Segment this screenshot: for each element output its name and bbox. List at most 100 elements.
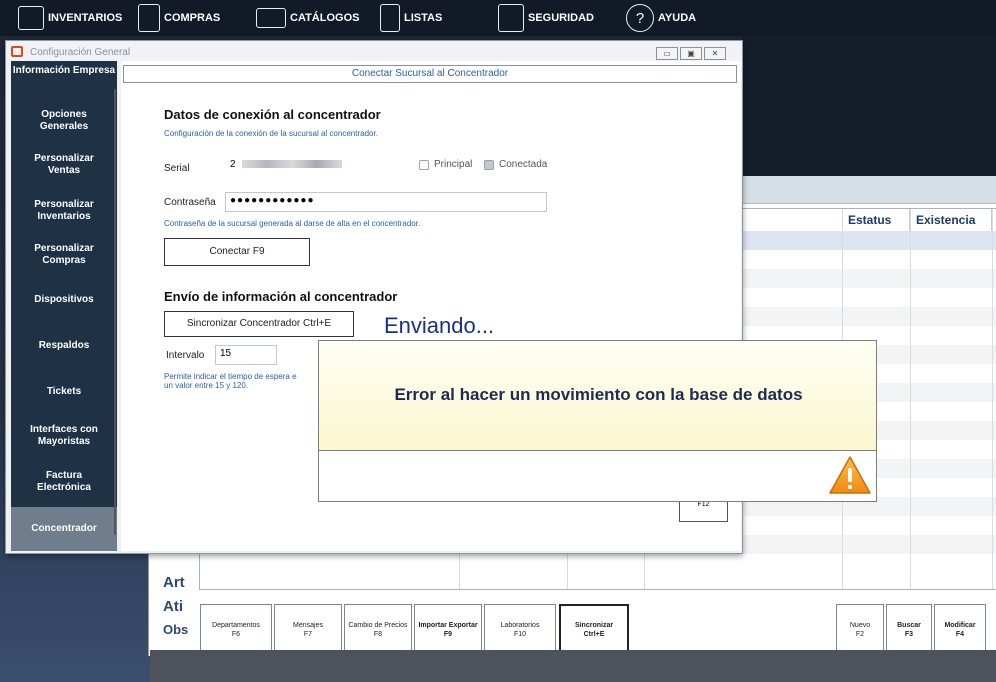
modificar-key: F4 <box>955 631 965 638</box>
sidebar-item-tickets[interactable]: Tickets <box>11 386 117 398</box>
laboratorios-button[interactable]: Laboratorios F10 <box>484 604 556 656</box>
cambio-precios-button[interactable]: Cambio de Precios F8 <box>344 604 412 656</box>
modificar-label: Modificar <box>944 622 976 629</box>
principal-checkbox[interactable] <box>419 160 429 170</box>
sending-section-title: Envío de información al concentrador <box>164 289 398 304</box>
warning-icon <box>829 456 871 494</box>
configuration-title-bar[interactable]: Configuración General ▭ ▣ ✕ <box>6 41 742 63</box>
conectada-checkbox[interactable] <box>484 160 494 170</box>
sidebar-item-factura-electronica[interactable]: Factura Electrónica <box>11 470 117 494</box>
nav-ayuda[interactable]: ? AYUDA <box>626 0 696 36</box>
nav-compras[interactable]: COMPRAS <box>138 0 220 36</box>
laboratorios-label: Laboratorios <box>500 622 540 629</box>
bottom-icon-strip <box>150 650 996 682</box>
mensajes-button[interactable]: Mensajes F7 <box>274 604 342 656</box>
sidebar-item-informacion-empresa[interactable]: Información Empresa <box>11 65 117 77</box>
sidebar-divider <box>114 89 116 535</box>
buscar-button[interactable]: Buscar F3 <box>886 604 932 656</box>
minimize-button[interactable]: ▭ <box>656 47 678 60</box>
articles-label-ati: Ati <box>163 598 183 615</box>
serial-value: 2 <box>230 159 236 170</box>
error-message: Error al hacer un movimiento con la base… <box>394 385 803 404</box>
nav-listas-label: LISTAS <box>404 12 443 24</box>
importar-exportar-button[interactable]: Importar Exportar F9 <box>414 604 482 656</box>
sidebar-item-personalizar-ventas[interactable]: Personalizar Ventas <box>11 153 117 177</box>
error-message-panel: Error al hacer un movimiento con la base… <box>318 340 877 451</box>
inventory-icon <box>18 6 44 30</box>
nav-catalogos-label: CATÁLOGOS <box>290 12 360 24</box>
background-dark-panel <box>742 36 996 176</box>
security-icon <box>498 4 524 32</box>
nav-listas[interactable]: LISTAS <box>380 0 442 36</box>
password-hint: Contraseña de la sucursal generada al da… <box>164 219 421 228</box>
sidebar-item-personalizar-compras[interactable]: Personalizar Compras <box>11 243 117 267</box>
sidebar-item-interfaces-mayoristas[interactable]: Interfaces con Mayoristas <box>11 424 117 448</box>
connection-section-subtitle: Configuración de la conexión de la sucur… <box>164 129 378 138</box>
grid-divider <box>910 209 911 589</box>
folder-icon <box>256 8 286 28</box>
sidebar-item-personalizar-inventarios[interactable]: Personalizar Inventarios <box>11 199 117 223</box>
sidebar-item-opciones-generales[interactable]: Opciones Generales <box>11 109 117 133</box>
nav-inventarios-label: INVENTARIOS <box>48 12 123 24</box>
serial-redacted-block <box>242 160 343 169</box>
connect-button[interactable]: Conectar F9 <box>164 238 310 266</box>
interval-hint-line-1: Permite indicar el tiempo de espera e <box>164 372 297 381</box>
modificar-button[interactable]: Modificar F4 <box>934 604 986 656</box>
nav-seguridad-label: SEGURIDAD <box>528 12 595 24</box>
buscar-key: F3 <box>904 631 914 638</box>
sidebar-item-respaldos[interactable]: Respaldos <box>11 340 117 352</box>
nav-inventarios[interactable]: INVENTARIOS <box>18 0 122 36</box>
connection-section-title: Datos de conexión al concentrador <box>164 107 381 122</box>
help-icon: ? <box>626 4 654 32</box>
sidebar-item-concentrador[interactable]: Concentrador <box>11 507 117 551</box>
sincronizar-label: Sincronizar <box>574 622 614 629</box>
column-header-existencia[interactable]: Existencia <box>910 209 992 231</box>
articles-label-obs: Obs <box>163 622 189 637</box>
mensajes-key: F7 <box>303 631 313 638</box>
serial-label: Serial <box>164 163 190 174</box>
mensajes-label: Mensajes <box>293 622 323 629</box>
error-popup: Error al hacer un movimiento con la base… <box>318 340 877 502</box>
interval-label: Intervalo <box>166 350 205 361</box>
error-footer-panel <box>318 451 877 502</box>
nav-ayuda-label: AYUDA <box>658 12 697 24</box>
articles-label-art: Art <box>163 574 185 591</box>
sync-concentrator-button[interactable]: Sincronizar Concentrador Ctrl+E <box>164 311 354 337</box>
interval-hint-line-2: un valor entre 15 y 120. <box>164 381 249 390</box>
nav-catalogos[interactable]: CATÁLOGOS <box>256 0 359 36</box>
sincronizar-key: Ctrl+E <box>583 631 605 638</box>
sending-status-text: Enviando... <box>384 313 495 338</box>
interval-field[interactable]: 15 <box>215 345 277 365</box>
nuevo-label: Nuevo <box>849 622 871 629</box>
importar-exportar-key: F9 <box>443 631 453 638</box>
password-field[interactable]: ●●●●●●●●●●●● <box>225 192 547 212</box>
laboratorios-key: F10 <box>513 631 527 638</box>
departamentos-button[interactable]: Departamentos F6 <box>200 604 272 656</box>
buscar-label: Buscar <box>897 622 921 629</box>
maximize-button[interactable]: ▣ <box>680 47 702 60</box>
content-header: Conectar Sucursal al Concentrador <box>123 65 737 83</box>
conectada-label: Conectada <box>499 159 548 170</box>
cambio-precios-key: F8 <box>373 631 383 638</box>
principal-label: Principal <box>434 159 473 170</box>
list-icon <box>380 4 400 32</box>
nuevo-key: F2 <box>855 631 865 638</box>
nav-compras-label: COMPRAS <box>164 12 221 24</box>
purchases-icon <box>138 4 160 32</box>
sincronizar-button[interactable]: Sincronizar Ctrl+E <box>559 604 629 656</box>
help-glyph: ? <box>635 9 645 27</box>
grid-divider <box>992 209 993 589</box>
serial-field[interactable]: 2 <box>225 156 405 178</box>
departamentos-label: Departamentos <box>212 622 260 629</box>
column-header-estatus[interactable]: Estatus <box>842 209 910 231</box>
password-label: Contraseña <box>164 197 216 208</box>
importar-exportar-label: Importar Exportar <box>418 622 478 629</box>
close-button[interactable]: ✕ <box>704 47 726 60</box>
configuration-title: Configuración General <box>30 47 131 58</box>
cambio-precios-label: Cambio de Precios <box>348 622 408 629</box>
top-navigation: INVENTARIOS COMPRAS CATÁLOGOS LISTAS SEG… <box>0 0 996 36</box>
nuevo-button[interactable]: Nuevo F2 <box>836 604 884 656</box>
sidebar-item-dispositivos[interactable]: Dispositivos <box>11 294 117 306</box>
departamentos-key: F6 <box>231 631 241 638</box>
nav-seguridad[interactable]: SEGURIDAD <box>498 0 594 36</box>
